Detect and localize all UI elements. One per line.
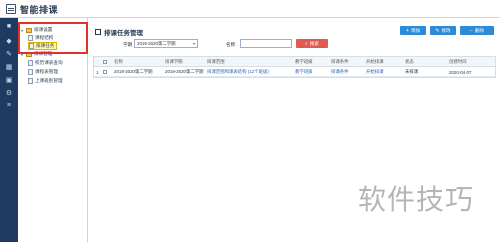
home-icon[interactable]: ■	[4, 22, 14, 31]
calendar-icon[interactable]: ▦	[4, 62, 14, 71]
header-name[interactable]: 名称	[114, 57, 123, 67]
minus-icon: −	[469, 27, 473, 34]
term-label: 学期	[123, 42, 133, 47]
row-checkbox[interactable]	[103, 67, 107, 77]
chevron-down-icon: ▾	[192, 41, 195, 46]
app-title: 智能排课	[20, 4, 59, 15]
header-start[interactable]: 开始排课	[366, 57, 384, 67]
add-button[interactable]: + 添加	[400, 26, 426, 35]
app-title-area: 智能排课	[6, 3, 58, 15]
list-icon[interactable]: ≡	[4, 101, 14, 110]
tree-node-query[interactable]: 校历课表查询	[28, 59, 63, 67]
task-table: 名称 排课学期 排课范围 教学班级 排课条件 开始排课 状态 创建时间 1 20…	[93, 56, 496, 78]
table-header: 名称 排课学期 排课范围 教学班级 排课条件 开始排课 状态 创建时间	[94, 57, 495, 67]
cell-term: 2019-2020第二学期	[165, 69, 204, 74]
watermark-text: 软件技巧	[358, 183, 475, 216]
tag-icon[interactable]: ◆	[4, 36, 14, 45]
cell-classes-link[interactable]: 教学班级	[295, 67, 313, 77]
term-select[interactable]: 2019-2020第二学期 ▾	[134, 39, 198, 48]
header-classes[interactable]: 教学班级	[295, 57, 313, 67]
app-header: 智能排课	[0, 0, 500, 18]
header-scope[interactable]: 排课范围	[207, 57, 225, 67]
table-row[interactable]: 1 2019-2020第二学期 2019-2020第二学期 排课范围和课表结构 …	[94, 67, 495, 77]
grid-icon	[6, 4, 16, 14]
select-all-checkbox[interactable]	[103, 57, 107, 67]
header-conditions[interactable]: 排课条件	[331, 57, 349, 67]
edit-icon[interactable]: ✎	[4, 49, 14, 58]
edit-button[interactable]: ✎ 修改	[430, 26, 456, 35]
cell-name: 2019-2020第二学期	[114, 69, 153, 74]
annotation-highlight	[18, 22, 88, 54]
pencil-icon: ✎	[435, 27, 440, 34]
cell-conditions-link[interactable]: 排课条件	[331, 67, 349, 77]
plus-icon: +	[405, 27, 409, 34]
delete-button[interactable]: − 删除	[460, 26, 494, 35]
gear-icon[interactable]: ⚙	[4, 88, 14, 97]
header-term[interactable]: 排课学期	[165, 57, 183, 67]
document-icon	[28, 60, 33, 66]
name-label: 名称:	[226, 42, 237, 47]
header-created[interactable]: 创建时间	[449, 57, 467, 67]
document-icon	[28, 78, 33, 84]
document-icon	[28, 69, 33, 75]
row-index: 1	[96, 69, 99, 75]
cell-start-link[interactable]: 开始排课	[366, 67, 384, 77]
cell-scope-link[interactable]: 排课范围和课表结构 (12个班级)	[207, 67, 269, 77]
edit-square-icon	[95, 29, 101, 35]
header-status[interactable]: 状态	[405, 57, 414, 67]
sidebar-iconbar: ■ ◆ ✎ ▦ ▣ ⚙ ≡	[0, 18, 18, 242]
tree-node-timetable[interactable]: 课程表管理	[28, 68, 58, 76]
name-input[interactable]	[240, 39, 292, 48]
search-button[interactable]: ⌕ 搜索	[296, 39, 328, 48]
grid-menu-icon[interactable]: ▣	[4, 75, 14, 84]
panel-title: 排课任务管理	[95, 27, 143, 37]
search-icon: ⌕	[305, 41, 308, 46]
cell-status: 未排课	[405, 69, 419, 74]
tree-node-classes[interactable]: 上课班别管理	[28, 77, 63, 85]
cell-created: 2020-04-07	[449, 69, 472, 75]
